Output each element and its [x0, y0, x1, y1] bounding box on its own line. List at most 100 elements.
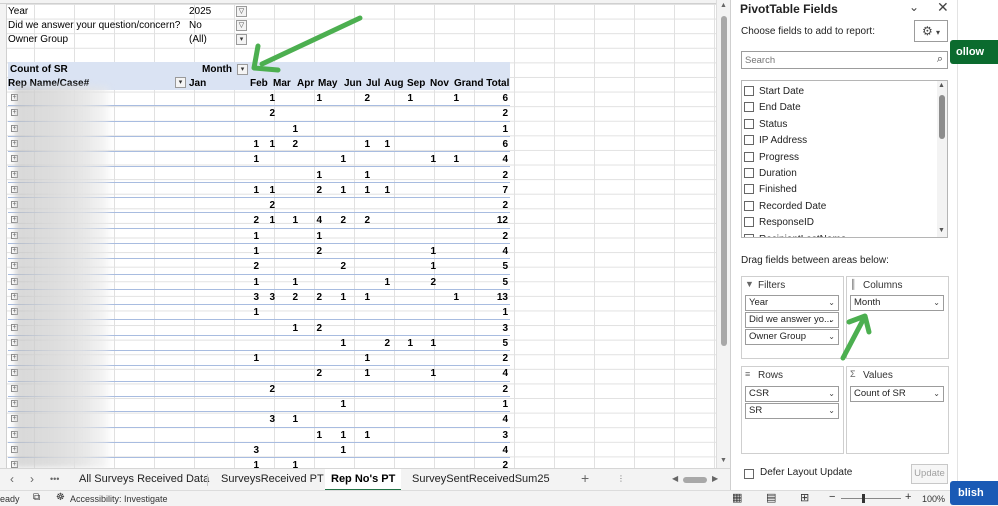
- hscroll-right-icon[interactable]: ▶: [712, 474, 718, 483]
- pivot-cell-jul[interactable]: 2: [372, 338, 390, 349]
- follow-button[interactable]: ollow: [950, 40, 998, 64]
- pivot-cell-grand-total[interactable]: 4: [474, 414, 508, 425]
- pivot-cell-may[interactable]: 1: [328, 445, 346, 456]
- pivot-cell-apr[interactable]: 1: [304, 170, 322, 181]
- field-item[interactable]: RecipientLastName: [742, 232, 937, 237]
- pivot-cell-apr[interactable]: 1: [304, 430, 322, 441]
- worksheet-grid[interactable]: Year 2025 ▽ Did we answer your question/…: [0, 0, 716, 468]
- pivot-cell-grand-total[interactable]: 6: [474, 93, 508, 104]
- pivot-cell-grand-total[interactable]: 2: [474, 384, 508, 395]
- pivot-cell-jul[interactable]: 1: [372, 277, 390, 288]
- pivot-cell-grand-total[interactable]: 2: [474, 108, 508, 119]
- field-checkbox[interactable]: [744, 217, 754, 228]
- filter-applied-icon[interactable]: ▽: [236, 6, 247, 17]
- pivot-cell-grand-total[interactable]: 5: [474, 261, 508, 272]
- pivot-cell-may[interactable]: 1: [328, 399, 346, 410]
- pivot-cell-feb[interactable]: 1: [257, 93, 275, 104]
- pivot-cell-feb[interactable]: 1: [257, 215, 275, 226]
- pivot-cell-jun[interactable]: 1: [352, 430, 370, 441]
- rows-filter-dropdown-icon[interactable]: ▾: [175, 77, 186, 88]
- pivot-cell-may[interactable]: 1: [328, 292, 346, 303]
- filter-chip-owner-group[interactable]: Owner Group ⌄: [745, 329, 839, 345]
- sheet-vertical-scrollbar[interactable]: ▲ ▼: [716, 0, 730, 468]
- field-checkbox[interactable]: [744, 168, 754, 178]
- zoom-slider-handle[interactable]: [862, 494, 865, 503]
- pivot-cell-grand-total[interactable]: 2: [474, 353, 508, 364]
- hscroll-left-icon[interactable]: ◀: [672, 474, 678, 483]
- pivot-cell-jun[interactable]: 1: [352, 353, 370, 364]
- pivot-cell-apr[interactable]: 2: [304, 185, 322, 196]
- pivot-cell-jun[interactable]: 1: [352, 185, 370, 196]
- tab-surveys-received-pt[interactable]: SurveysReceived PT: [215, 469, 330, 491]
- pivot-cell-jan[interactable]: 1: [241, 460, 259, 468]
- pivot-cell-grand-total[interactable]: 2: [474, 170, 508, 181]
- pivot-cell-mar[interactable]: 1: [280, 414, 298, 425]
- pivot-cell-grand-total[interactable]: 6: [474, 139, 508, 150]
- pivot-cell-grand-total[interactable]: 4: [474, 445, 508, 456]
- chevron-down-icon[interactable]: ⌄: [828, 330, 835, 344]
- scroll-thumb[interactable]: [939, 95, 945, 139]
- scroll-up-icon[interactable]: ▲: [720, 2, 727, 9]
- pivot-cell-grand-total[interactable]: 1: [474, 124, 508, 135]
- pivot-cell-jan[interactable]: 3: [241, 445, 259, 456]
- tab-rep-nos-pt[interactable]: Rep No's PT: [325, 469, 402, 491]
- tab-scroll-left-icon[interactable]: ‹: [10, 472, 14, 486]
- tab-scroll-right-icon[interactable]: ›: [30, 472, 34, 486]
- pivot-cell-jan[interactable]: 1: [241, 246, 259, 257]
- field-item[interactable]: ResponseID: [742, 215, 937, 231]
- pivot-cell-jun[interactable]: 1: [352, 139, 370, 150]
- field-search-box[interactable]: ⌕: [741, 51, 948, 69]
- pivot-cell-apr[interactable]: 1: [304, 93, 322, 104]
- defer-layout-update-checkbox[interactable]: [744, 469, 754, 479]
- field-checkbox[interactable]: [744, 184, 754, 195]
- column-chip-month[interactable]: Month ⌄: [850, 295, 944, 311]
- pivot-cell-may[interactable]: 2: [328, 215, 346, 226]
- chevron-down-icon[interactable]: ⌄: [828, 404, 835, 418]
- pivot-cell-apr[interactable]: 2: [304, 246, 322, 257]
- pivot-cell-may[interactable]: 1: [328, 185, 346, 196]
- pivot-cell-aug[interactable]: 1: [395, 338, 413, 349]
- pivot-cell-grand-total[interactable]: 3: [474, 323, 508, 334]
- pivot-cell-may[interactable]: 1: [328, 338, 346, 349]
- pivot-cell-mar[interactable]: 1: [280, 323, 298, 334]
- value-chip-count-of-sr[interactable]: Count of SR ⌄: [850, 386, 944, 402]
- pivot-cell-grand-total[interactable]: 4: [474, 368, 508, 379]
- field-item[interactable]: IP Address: [742, 133, 937, 149]
- pivot-cell-grand-total[interactable]: 4: [474, 154, 508, 165]
- pivot-cell-apr[interactable]: 2: [304, 323, 322, 334]
- field-item[interactable]: Recorded Date: [742, 199, 937, 215]
- field-checkbox[interactable]: [744, 86, 754, 96]
- pivot-cell-mar[interactable]: 2: [280, 292, 298, 303]
- scroll-down-icon[interactable]: ▼: [938, 227, 945, 234]
- page-layout-view-icon[interactable]: ▤: [766, 491, 776, 504]
- pivot-cell-sep[interactable]: 1: [418, 246, 436, 257]
- field-item[interactable]: Start Date: [742, 84, 937, 100]
- chevron-down-icon[interactable]: ⌄: [933, 296, 940, 310]
- search-icon[interactable]: ⌕: [937, 53, 943, 66]
- values-area[interactable]: Σ Values Count of SR ⌄: [846, 366, 949, 454]
- pivot-cell-may[interactable]: 2: [328, 261, 346, 272]
- pivot-cell-mar[interactable]: 1: [280, 460, 298, 468]
- pivot-cell-apr[interactable]: 1: [304, 231, 322, 242]
- filter-applied-icon[interactable]: ▽: [236, 20, 247, 31]
- accessibility-status[interactable]: Accessibility: Investigate: [70, 494, 168, 504]
- pivot-cell-grand-total[interactable]: 7: [474, 185, 508, 196]
- pivot-cell-apr[interactable]: 4: [304, 215, 322, 226]
- tab-survey-sent-received-sum25[interactable]: SurveySentReceivedSum25: [406, 469, 556, 491]
- macro-recorder-icon[interactable]: ⧉: [33, 492, 40, 503]
- pivot-cell-jun[interactable]: 2: [352, 215, 370, 226]
- field-checkbox[interactable]: [744, 118, 754, 129]
- field-list[interactable]: Start Date End Date Status IP Address Progre…: [741, 80, 948, 238]
- chevron-down-icon[interactable]: ⌄: [828, 313, 835, 327]
- pivot-cell-grand-total[interactable]: 12: [474, 215, 508, 226]
- pivot-cell-nov[interactable]: 1: [441, 154, 459, 165]
- field-item[interactable]: Progress: [742, 150, 937, 166]
- field-checkbox[interactable]: [744, 135, 754, 146]
- pivot-cell-jun[interactable]: 2: [352, 93, 370, 104]
- pivot-cell-grand-total[interactable]: 5: [474, 338, 508, 349]
- pivot-cell-mar[interactable]: 2: [280, 139, 298, 150]
- pivot-cell-jan[interactable]: 1: [241, 353, 259, 364]
- close-icon[interactable]: ✕: [937, 0, 949, 16]
- filter-chip-did-we-answer[interactable]: Did we answer yo... ⌄: [745, 312, 839, 328]
- pivot-cell-nov[interactable]: 1: [441, 292, 459, 303]
